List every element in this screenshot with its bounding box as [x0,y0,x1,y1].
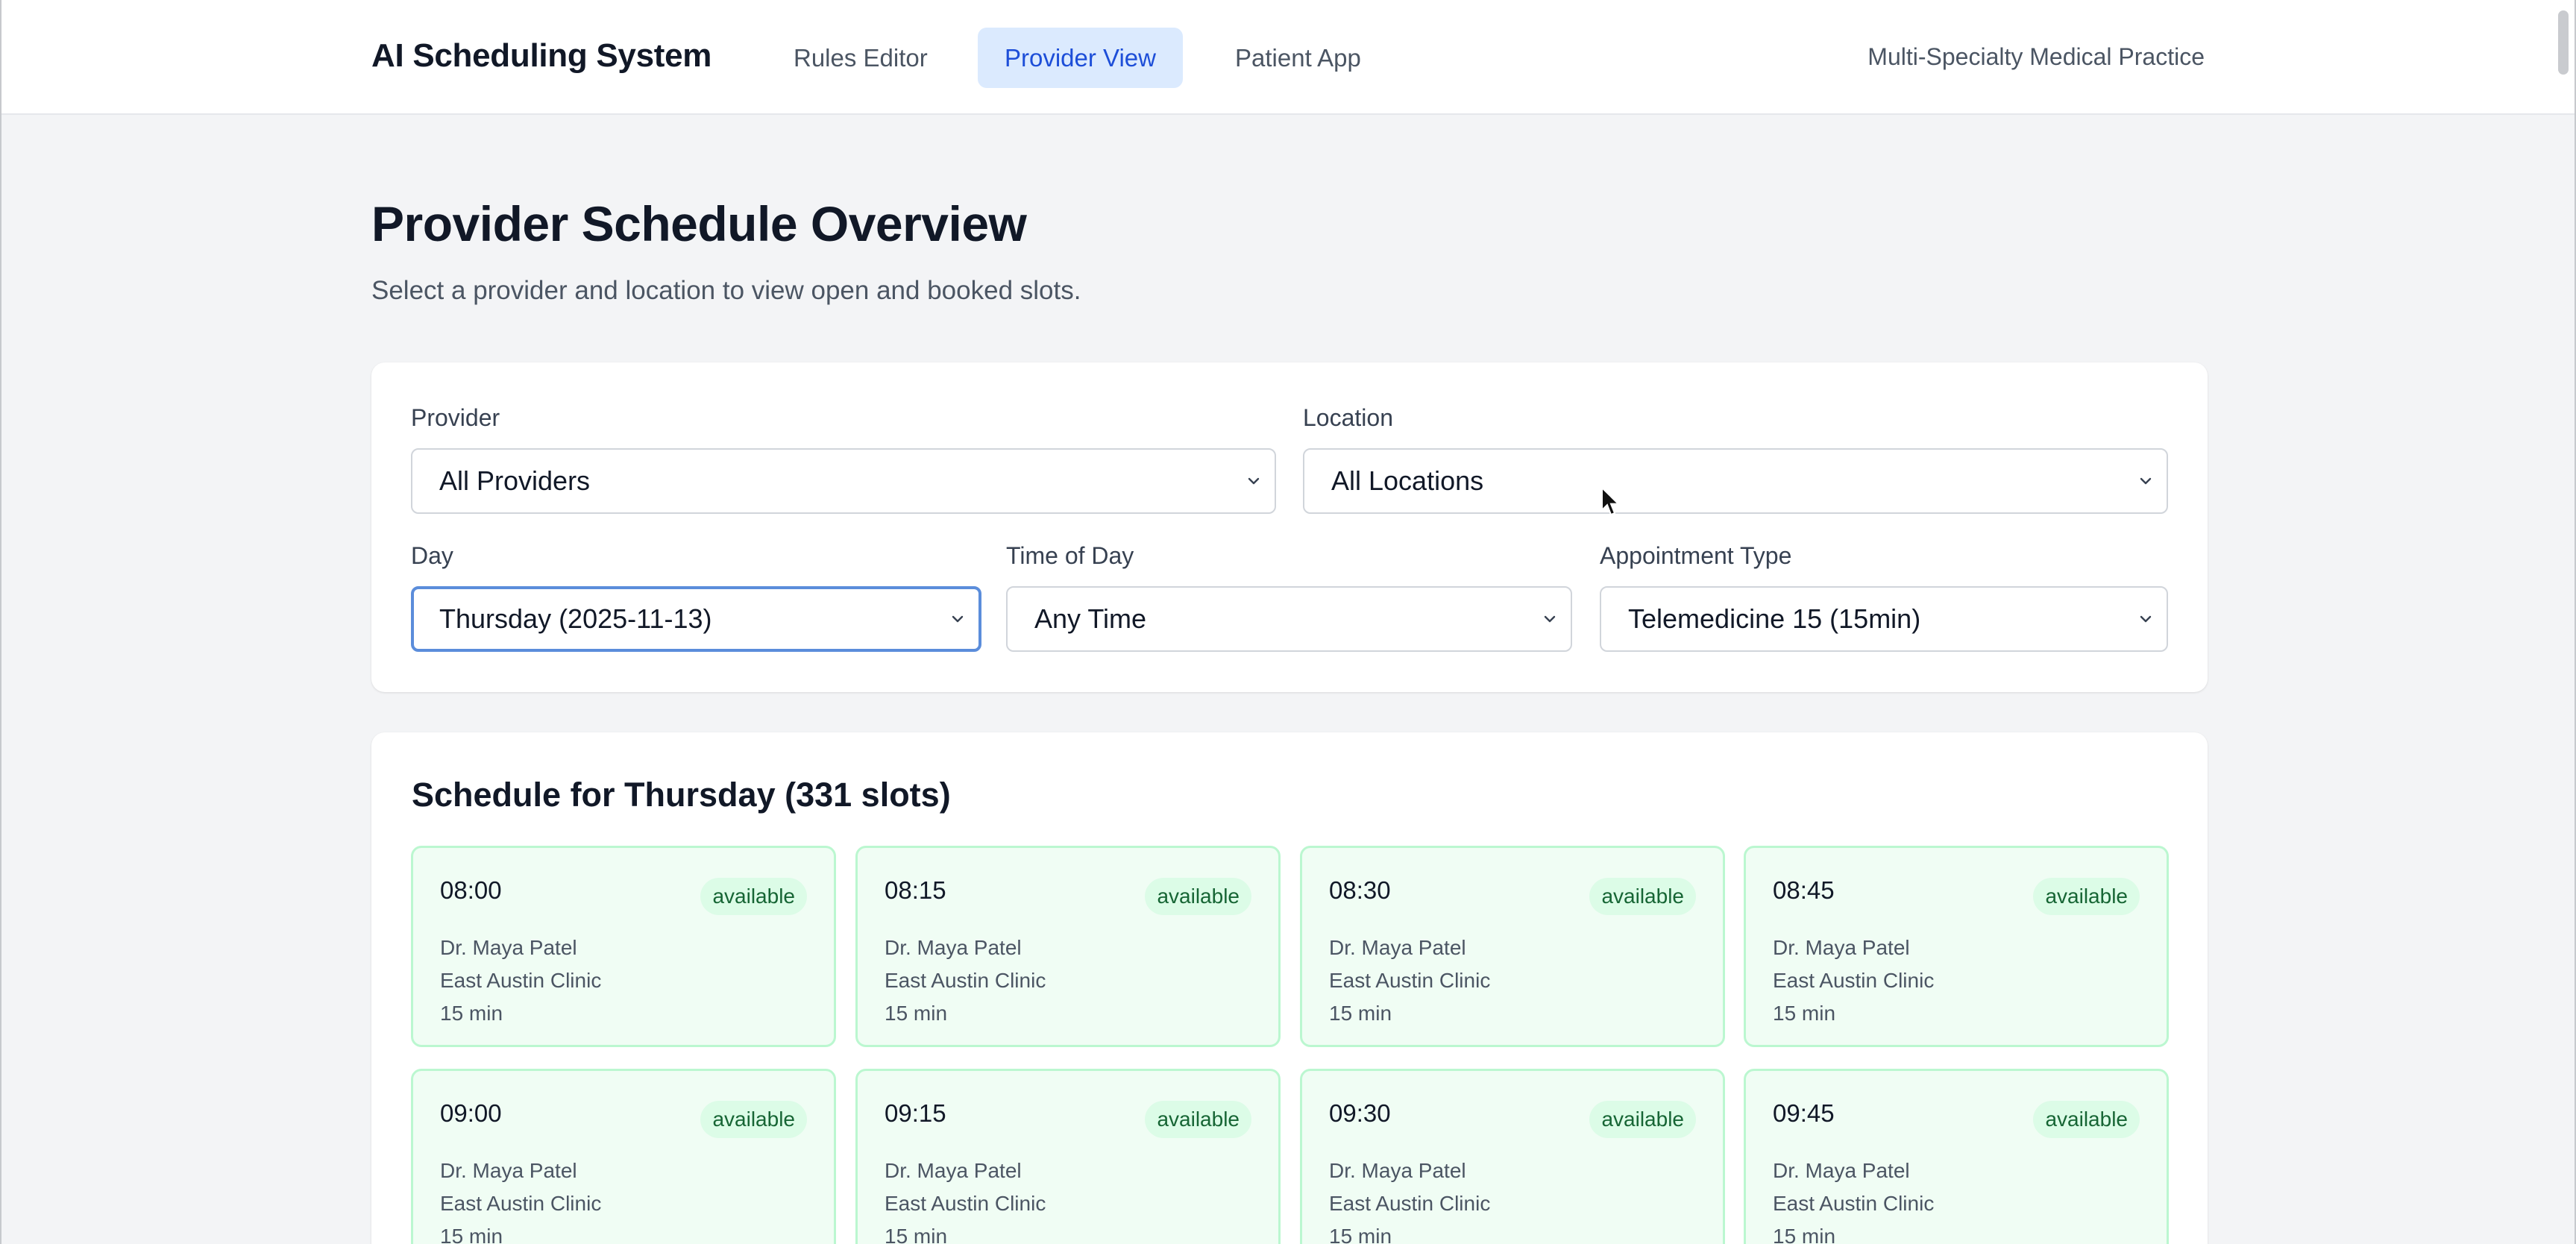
slot-time: 09:00 [440,1099,502,1127]
slot-duration: 15 min [885,1002,948,1025]
slot-provider: Dr. Maya Patel [1329,936,1466,959]
slot-card[interactable]: 08:45 available Dr. Maya Patel East Aust… [1744,846,2169,1047]
filters-card: Provider All Providers Location All Loca… [371,362,2208,692]
tab-patient-app[interactable]: Patient App [1208,28,1388,88]
slot-time: 09:30 [1329,1099,1391,1127]
slot-time: 08:00 [440,876,502,904]
practice-name: Multi-Specialty Medical Practice [1867,43,2205,70]
slot-location: East Austin Clinic [1773,969,1935,992]
slot-provider: Dr. Maya Patel [1329,1159,1466,1182]
slot-duration: 15 min [1329,1225,1392,1244]
status-badge: available [2033,878,2140,915]
schedule-card: Schedule for Thursday (331 slots) 08:00 … [371,732,2208,1244]
status-badge: available [700,878,807,915]
slot-card[interactable]: 09:45 available Dr. Maya Patel East Aust… [1744,1069,2169,1244]
page-title: Provider Schedule Overview [371,196,1027,251]
slot-card[interactable]: 09:30 available Dr. Maya Patel East Aust… [1300,1069,1725,1244]
status-badge: available [1145,1101,1251,1138]
slot-duration: 15 min [440,1225,503,1244]
chevron-down-icon [2140,615,2152,623]
tab-rules-editor[interactable]: Rules Editor [767,28,955,88]
slot-time: 08:15 [885,876,946,904]
scrollbar-thumb[interactable] [2558,10,2569,75]
chevron-down-icon [2140,477,2152,485]
slot-card[interactable]: 08:15 available Dr. Maya Patel East Aust… [855,846,1281,1047]
slot-card[interactable]: 08:30 available Dr. Maya Patel East Aust… [1300,846,1725,1047]
status-badge: available [1145,878,1251,915]
tab-provider-view[interactable]: Provider View [978,28,1183,88]
day-select-value: Thursday (2025-11-13) [439,603,712,634]
slot-card[interactable]: 08:00 available Dr. Maya Patel East Aust… [411,846,836,1047]
top-navigation-bar: AI Scheduling System Rules Editor Provid… [1,0,2575,115]
slot-location: East Austin Clinic [885,1192,1046,1215]
page-subtitle: Select a provider and location to view o… [371,276,1081,305]
slot-time: 08:30 [1329,876,1391,904]
schedule-title: Schedule for Thursday (331 slots) [412,776,951,814]
location-label: Location [1303,404,1393,431]
slot-provider: Dr. Maya Patel [885,1159,1022,1182]
slot-time: 08:45 [1773,876,1835,904]
slot-location: East Austin Clinic [1773,1192,1935,1215]
slot-duration: 15 min [1329,1002,1392,1025]
slot-location: East Austin Clinic [440,1192,602,1215]
slot-provider: Dr. Maya Patel [440,936,577,959]
app-window: AI Scheduling System Rules Editor Provid… [0,0,2576,1244]
slot-time: 09:15 [885,1099,946,1127]
location-select-value: All Locations [1331,465,1484,496]
chevron-down-icon [1248,477,1260,485]
appointment-type-select-value: Telemedicine 15 (15min) [1628,603,1921,634]
slot-card[interactable]: 09:15 available Dr. Maya Patel East Aust… [855,1069,1281,1244]
chevron-down-icon [1544,615,1556,623]
day-select[interactable]: Thursday (2025-11-13) [411,586,981,652]
slot-location: East Austin Clinic [440,969,602,992]
slot-provider: Dr. Maya Patel [885,936,1022,959]
slot-time: 09:45 [1773,1099,1835,1127]
slot-card[interactable]: 09:00 available Dr. Maya Patel East Aust… [411,1069,836,1244]
mouse-cursor-icon [1601,486,1621,516]
slot-provider: Dr. Maya Patel [1773,1159,1910,1182]
slot-duration: 15 min [440,1002,503,1025]
slot-provider: Dr. Maya Patel [1773,936,1910,959]
time-of-day-label: Time of Day [1006,542,1134,569]
provider-select-value: All Providers [439,465,591,496]
location-select[interactable]: All Locations [1303,448,2168,514]
slot-duration: 15 min [885,1225,948,1244]
provider-label: Provider [411,404,500,431]
time-of-day-select-value: Any Time [1034,603,1147,634]
appointment-type-select[interactable]: Telemedicine 15 (15min) [1600,586,2168,652]
slot-duration: 15 min [1773,1002,1836,1025]
time-of-day-select[interactable]: Any Time [1006,586,1572,652]
slot-location: East Austin Clinic [1329,969,1491,992]
status-badge: available [1589,878,1696,915]
provider-select[interactable]: All Providers [411,448,1276,514]
slot-location: East Austin Clinic [885,969,1046,992]
slot-location: East Austin Clinic [1329,1192,1491,1215]
slot-duration: 15 min [1773,1225,1836,1244]
app-brand: AI Scheduling System [371,37,712,74]
appointment-type-label: Appointment Type [1600,542,1792,569]
chevron-down-icon [952,615,964,623]
status-badge: available [2033,1101,2140,1138]
status-badge: available [700,1101,807,1138]
status-badge: available [1589,1101,1696,1138]
slot-provider: Dr. Maya Patel [440,1159,577,1182]
day-label: Day [411,542,453,569]
